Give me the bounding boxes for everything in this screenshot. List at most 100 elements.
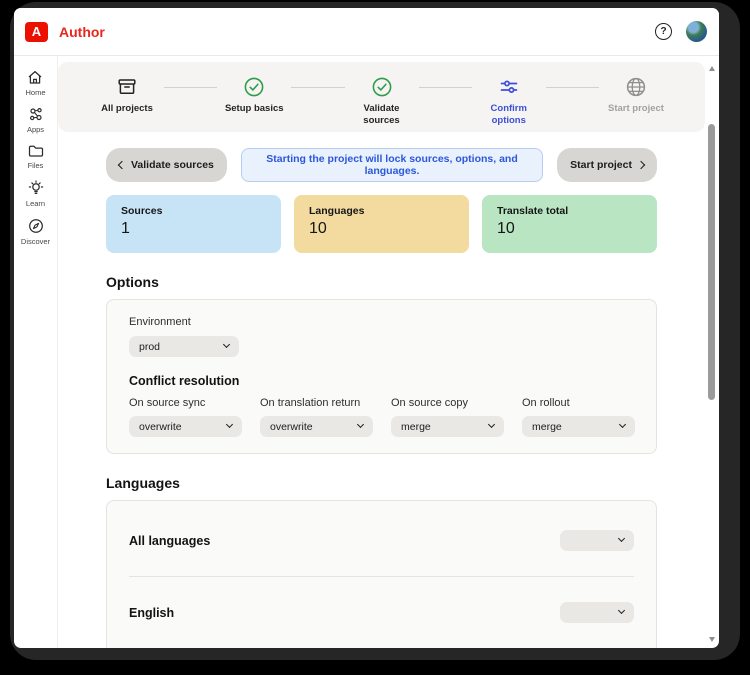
sidebar-item-label: Files bbox=[27, 161, 44, 170]
folder-icon bbox=[27, 143, 45, 159]
stepper-connector bbox=[164, 86, 218, 88]
scroll-down-arrow-icon[interactable] bbox=[709, 637, 715, 642]
archive-box-icon bbox=[116, 75, 138, 99]
sidebar-item-home[interactable]: Home bbox=[25, 69, 46, 97]
action-toolbar: Validate sources Starting the project wi… bbox=[106, 148, 657, 182]
adobe-logo-icon: A bbox=[25, 21, 48, 42]
globe-icon bbox=[625, 75, 647, 99]
chevron-down-icon bbox=[487, 420, 496, 429]
stat-value: 1 bbox=[121, 220, 130, 237]
start-project-button[interactable]: Start project bbox=[557, 148, 657, 182]
sources-card: Sources 1 bbox=[106, 195, 281, 253]
environment-label: Environment bbox=[129, 316, 191, 328]
sidebar-item-label: Discover bbox=[20, 237, 51, 246]
sidebar-item-discover[interactable]: Discover bbox=[21, 217, 50, 246]
languages-card: Languages 10 bbox=[294, 195, 469, 253]
step-confirm-options[interactable]: Confirm options bbox=[476, 75, 542, 128]
sidebar-item-files[interactable]: Files bbox=[27, 143, 45, 170]
sidebar-item-apps[interactable]: Apps bbox=[27, 106, 45, 134]
user-avatar[interactable] bbox=[686, 21, 707, 42]
scroll-up-arrow-icon[interactable] bbox=[709, 66, 715, 71]
wizard-stepper: All projects Setup basics Validate sourc… bbox=[58, 62, 705, 132]
stat-label: Languages bbox=[309, 205, 365, 217]
summary-cards: Sources 1 Languages 10 Translate total 1… bbox=[106, 195, 657, 253]
rollout-dropdown[interactable]: merge bbox=[522, 416, 635, 437]
app-window: A Author ? Home Apps Files Learn Discove… bbox=[14, 8, 719, 648]
chevron-down-icon bbox=[225, 420, 234, 429]
environment-dropdown[interactable]: prod bbox=[129, 336, 239, 357]
chevron-down-icon bbox=[356, 420, 365, 429]
step-label: All projects bbox=[101, 103, 153, 114]
all-languages-dropdown[interactable] bbox=[560, 530, 634, 551]
step-label: Validate sources bbox=[363, 103, 400, 127]
options-panel: Environment prod Conflict resolution On … bbox=[106, 299, 657, 454]
options-heading: Options bbox=[106, 274, 159, 290]
device-frame: A Author ? Home Apps Files Learn Discove… bbox=[10, 2, 740, 660]
step-setup-basics[interactable]: Setup basics bbox=[221, 75, 287, 115]
environment-value: prod bbox=[139, 340, 161, 353]
vertical-scrollbar[interactable] bbox=[706, 62, 718, 646]
stepper-connector bbox=[545, 86, 599, 88]
scrollbar-thumb[interactable] bbox=[708, 124, 715, 400]
conflict-source-copy: On source copy merge bbox=[391, 397, 504, 437]
lock-info-banner: Starting the project will lock sources, … bbox=[240, 148, 544, 182]
sliders-icon bbox=[498, 75, 520, 99]
chevron-left-icon bbox=[117, 160, 127, 170]
sidebar-item-learn[interactable]: Learn bbox=[26, 179, 45, 208]
step-label: Setup basics bbox=[224, 103, 284, 114]
home-icon bbox=[26, 69, 44, 86]
step-label: Start project bbox=[608, 103, 664, 114]
conflict-label: On source copy bbox=[391, 397, 469, 409]
english-dropdown[interactable] bbox=[560, 602, 634, 623]
sidebar: Home Apps Files Learn Discover bbox=[14, 56, 58, 648]
app-title: Author bbox=[59, 23, 105, 40]
chevron-down-icon bbox=[617, 606, 626, 615]
step-label: Confirm options bbox=[490, 103, 527, 127]
languages-panel: All languages English bbox=[106, 500, 657, 648]
check-circle-icon bbox=[371, 75, 393, 99]
translate-total-card: Translate total 10 bbox=[482, 195, 657, 253]
main-area: All projects Setup basics Validate sourc… bbox=[58, 56, 719, 648]
languages-heading: Languages bbox=[106, 475, 180, 491]
stepper-connector bbox=[418, 86, 472, 88]
conflict-resolution-row: On source sync overwrite On translation … bbox=[129, 397, 635, 437]
back-button-label: Validate sources bbox=[131, 159, 214, 171]
language-row-english: English bbox=[129, 576, 634, 648]
check-circle-icon bbox=[243, 75, 265, 99]
stat-value: 10 bbox=[309, 220, 327, 237]
compass-icon bbox=[27, 217, 45, 235]
chevron-down-icon bbox=[618, 420, 627, 429]
start-button-label: Start project bbox=[570, 159, 632, 171]
conflict-label: On source sync bbox=[129, 397, 206, 409]
chevron-down-icon bbox=[617, 534, 626, 543]
dropdown-value: merge bbox=[532, 420, 562, 433]
chevron-right-icon bbox=[636, 160, 646, 170]
source-copy-dropdown[interactable]: merge bbox=[391, 416, 504, 437]
language-name: English bbox=[129, 605, 175, 620]
sidebar-item-label: Learn bbox=[25, 199, 46, 208]
conflict-label: On translation return bbox=[260, 397, 361, 409]
source-sync-dropdown[interactable]: overwrite bbox=[129, 416, 242, 437]
lightbulb-icon bbox=[27, 179, 45, 197]
conflict-resolution-heading: Conflict resolution bbox=[129, 374, 240, 388]
stat-label: Sources bbox=[121, 205, 163, 217]
dropdown-value: overwrite bbox=[270, 420, 313, 433]
help-question-icon[interactable]: ? bbox=[655, 23, 672, 40]
step-all-projects[interactable]: All projects bbox=[94, 75, 160, 115]
conflict-source-sync: On source sync overwrite bbox=[129, 397, 242, 437]
stat-value: 10 bbox=[497, 220, 515, 237]
sidebar-item-label: Apps bbox=[26, 125, 45, 134]
conflict-label: On rollout bbox=[522, 397, 570, 409]
conflict-rollout: On rollout merge bbox=[522, 397, 635, 437]
sidebar-item-label: Home bbox=[25, 88, 46, 97]
back-validate-sources-button[interactable]: Validate sources bbox=[106, 148, 227, 182]
stat-label: Translate total bbox=[497, 205, 569, 217]
step-start-project[interactable]: Start project bbox=[603, 75, 669, 115]
dropdown-value: overwrite bbox=[139, 420, 182, 433]
language-name: All languages bbox=[129, 533, 211, 548]
apps-icon bbox=[27, 106, 45, 123]
top-bar: A Author ? bbox=[14, 8, 719, 56]
conflict-translation-return: On translation return overwrite bbox=[260, 397, 373, 437]
step-validate-sources[interactable]: Validate sources bbox=[349, 75, 415, 128]
translation-return-dropdown[interactable]: overwrite bbox=[260, 416, 373, 437]
